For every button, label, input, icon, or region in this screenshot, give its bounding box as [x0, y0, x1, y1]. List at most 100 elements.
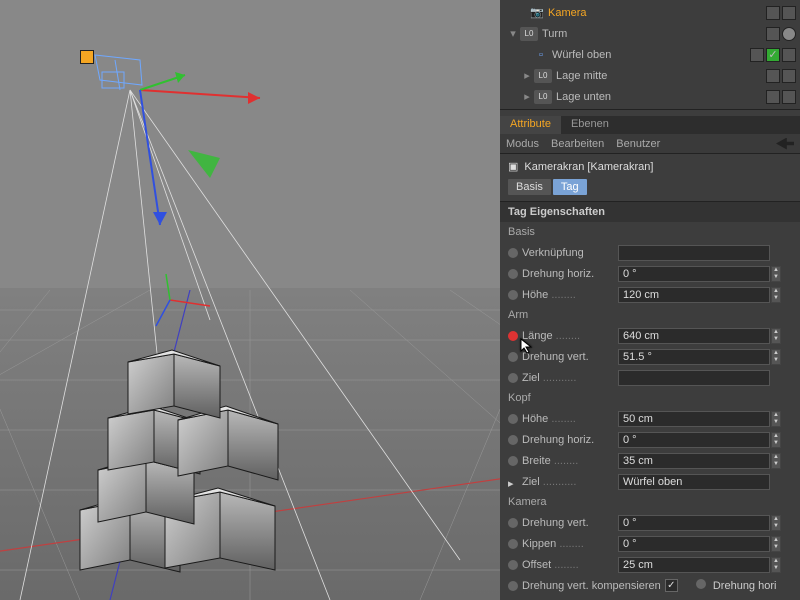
tag-icon: ▣: [508, 160, 518, 173]
side-panel: 📷 Kamera ▣ ▾ L0 Turm ▫ Würfel oben ✓ ▸ L…: [500, 0, 800, 600]
keyframe-dot[interactable]: [508, 560, 518, 570]
keyframe-dot[interactable]: [508, 290, 518, 300]
tag-green-check-icon[interactable]: ✓: [766, 48, 780, 62]
keyframe-dot-active[interactable]: [508, 331, 518, 341]
spinner[interactable]: ▲▼: [771, 432, 781, 448]
prop-drehung-horiz-kopf: Drehung horiz. ▲▼: [504, 429, 796, 450]
keyframe-dot[interactable]: [508, 352, 518, 362]
prop-drehung-horiz: Drehung horiz. ▲▼: [504, 263, 796, 284]
tab-attribute[interactable]: Attribute: [500, 116, 561, 134]
keyframe-dot[interactable]: [508, 373, 518, 383]
object-row-lage-mitte[interactable]: ▸ L0 Lage mitte: [500, 65, 800, 86]
object-row-wuerfel-oben[interactable]: ▫ Würfel oben ✓: [500, 44, 800, 65]
viewport[interactable]: [0, 0, 500, 600]
link-field[interactable]: [618, 474, 770, 490]
keyframe-dot[interactable]: [508, 269, 518, 279]
link-field[interactable]: [618, 245, 770, 261]
group-kopf: Kopf: [500, 388, 800, 408]
keyframe-dot[interactable]: [696, 579, 706, 589]
value-field[interactable]: [618, 557, 770, 573]
expand-icon[interactable]: ▾: [506, 27, 520, 40]
prop-ziel-kopf: ▸ Ziel ...........: [504, 471, 796, 492]
nav-back-icon[interactable]: [776, 138, 794, 150]
value-field[interactable]: [618, 411, 770, 427]
keyframe-dot[interactable]: [508, 518, 518, 528]
layer-badge: L0: [520, 27, 538, 41]
tab-ebenen[interactable]: Ebenen: [561, 116, 619, 134]
menu-bearbeiten[interactable]: Bearbeiten: [551, 138, 604, 150]
attribute-tabs: Attribute Ebenen: [500, 116, 800, 134]
keyframe-dot[interactable]: ▸: [508, 477, 518, 487]
layer-badge: L0: [534, 90, 552, 104]
group-basis: Basis: [500, 222, 800, 242]
spinner[interactable]: ▲▼: [771, 453, 781, 469]
prop-offset: Offset ........ ▲▼: [504, 554, 796, 575]
spinner[interactable]: ▲▼: [771, 536, 781, 552]
spinner[interactable]: ▲▼: [771, 349, 781, 365]
spinner[interactable]: ▲▼: [771, 515, 781, 531]
spinner[interactable]: ▲▼: [771, 287, 781, 303]
attribute-object-title: ▣ Kamerakran [Kamerakran]: [500, 154, 800, 179]
tag-slot[interactable]: [766, 6, 780, 20]
object-row-kamera[interactable]: 📷 Kamera ▣: [500, 2, 800, 23]
prop-ziel-arm: Ziel ...........: [504, 367, 796, 388]
prop-label-cut: Drehung hori: [713, 580, 777, 592]
value-field[interactable]: [618, 453, 770, 469]
keyframe-dot[interactable]: [508, 414, 518, 424]
layer-badge: L0: [534, 69, 552, 83]
keyframe-dot[interactable]: [508, 456, 518, 466]
mode-tabs: Basis Tag: [500, 179, 800, 201]
value-field[interactable]: [618, 536, 770, 552]
keyframe-dot[interactable]: [508, 581, 518, 591]
spinner[interactable]: ▲▼: [771, 328, 781, 344]
object-row-turm[interactable]: ▾ L0 Turm: [500, 23, 800, 44]
object-manager[interactable]: 📷 Kamera ▣ ▾ L0 Turm ▫ Würfel oben ✓ ▸ L…: [500, 0, 800, 110]
prop-drehung-vert-arm: Drehung vert. ▲▼: [504, 346, 796, 367]
tag-slot[interactable]: [782, 6, 796, 20]
spinner[interactable]: ▲▼: [771, 266, 781, 282]
attribute-title-text: Kamerakran [Kamerakran]: [524, 161, 653, 173]
value-field[interactable]: [618, 432, 770, 448]
prop-drehung-vert-kam: Drehung vert. ▲▼: [504, 512, 796, 533]
group-arm: Arm: [500, 305, 800, 325]
value-field[interactable]: [618, 515, 770, 531]
expand-icon[interactable]: ▸: [520, 90, 534, 103]
value-field[interactable]: [618, 328, 770, 344]
prop-verknuepfung: Verknüpfung: [504, 242, 796, 263]
mode-tab-basis[interactable]: Basis: [508, 179, 551, 195]
prop-hoehe-basis: Höhe ........ ▲▼: [504, 284, 796, 305]
value-field[interactable]: [618, 349, 770, 365]
attribute-toolbar: Modus Bearbeiten Benutzer: [500, 134, 800, 154]
camera-gizmo[interactable]: [80, 50, 280, 250]
mode-tab-tag[interactable]: Tag: [553, 179, 587, 195]
object-name: Lage mitte: [556, 70, 766, 82]
object-row-lage-unten[interactable]: ▸ L0 Lage unten: [500, 86, 800, 107]
tag-slot[interactable]: [782, 90, 796, 104]
tag-slot[interactable]: [750, 48, 764, 62]
keyframe-dot[interactable]: [508, 435, 518, 445]
tag-camera-icon[interactable]: ▣: [80, 50, 94, 64]
value-field[interactable]: [618, 266, 770, 282]
tag-slot[interactable]: [782, 69, 796, 83]
expand-icon[interactable]: ▸: [520, 69, 534, 82]
spinner[interactable]: ▲▼: [771, 557, 781, 573]
link-field[interactable]: [618, 370, 770, 386]
tag-sphere-icon[interactable]: [782, 27, 796, 41]
menu-benutzer[interactable]: Benutzer: [616, 138, 660, 150]
keyframe-dot[interactable]: [508, 248, 518, 258]
camera-icon: 📷: [530, 6, 544, 20]
prop-kippen: Kippen ........ ▲▼: [504, 533, 796, 554]
object-name: Turm: [542, 28, 766, 40]
tag-slot[interactable]: [766, 90, 780, 104]
cube-stack: [70, 330, 330, 600]
tag-slot[interactable]: [766, 69, 780, 83]
spinner[interactable]: ▲▼: [771, 411, 781, 427]
checkbox[interactable]: [665, 579, 678, 592]
tag-slot[interactable]: [782, 48, 796, 62]
menu-modus[interactable]: Modus: [506, 138, 539, 150]
object-name: Würfel oben: [552, 49, 750, 61]
value-field[interactable]: [618, 287, 770, 303]
keyframe-dot[interactable]: [508, 539, 518, 549]
object-name: Lage unten: [556, 91, 766, 103]
tag-slot[interactable]: [766, 27, 780, 41]
